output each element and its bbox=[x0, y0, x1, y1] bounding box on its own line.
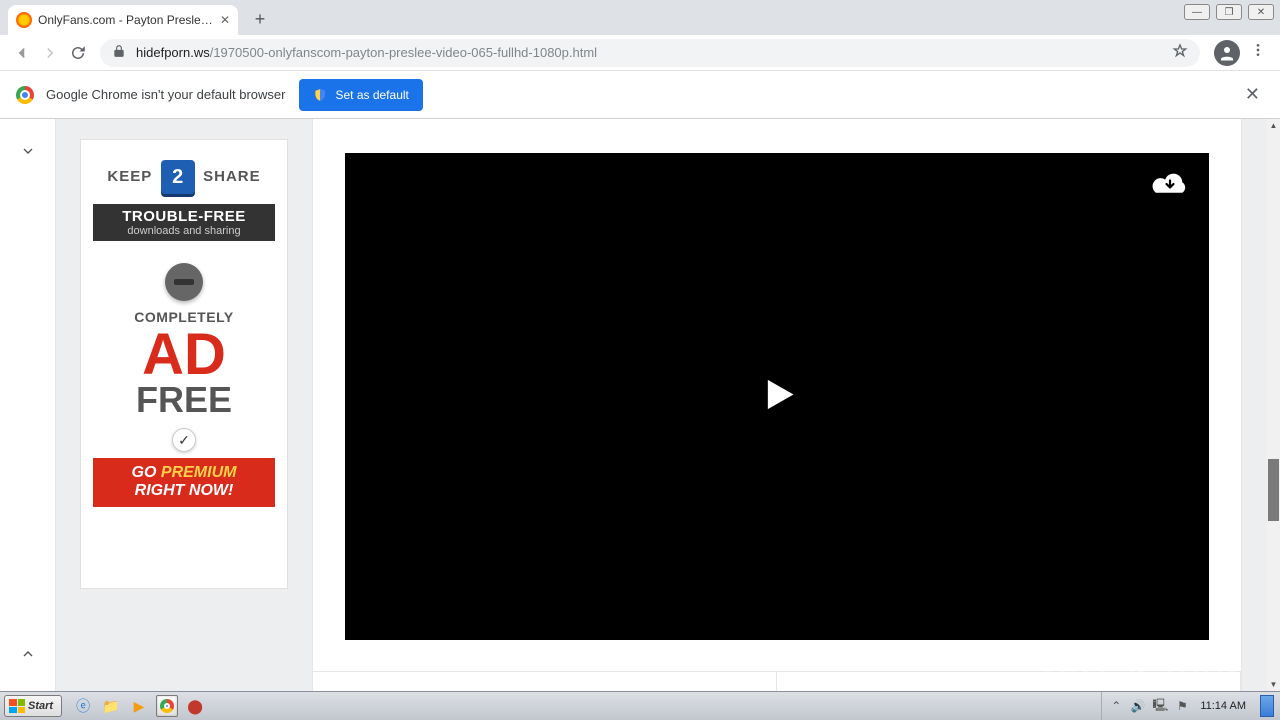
video-player[interactable] bbox=[345, 153, 1209, 640]
default-browser-infobar: Google Chrome isn't your default browser… bbox=[0, 71, 1280, 119]
window-close-button[interactable]: ✕ bbox=[1248, 4, 1274, 20]
keep2share-logo: KEEP 2 SHARE bbox=[93, 160, 275, 194]
show-desktop-button[interactable] bbox=[1260, 695, 1274, 717]
back-button[interactable] bbox=[8, 39, 36, 67]
taskbar-explorer-icon[interactable]: 📁 bbox=[100, 695, 122, 717]
shield-icon bbox=[313, 88, 327, 102]
url-path: /1970500-onlyfanscom-payton-preslee-vide… bbox=[210, 45, 597, 60]
windows-taskbar: Start ⓔ 📁 ▶ ⬤ ⌃ 🔊 🖳 ⚑ 11:14 AM bbox=[0, 691, 1280, 720]
browser-toolbar: hidefporn.ws/1970500-onlyfanscom-payton-… bbox=[0, 35, 1280, 71]
browser-tabstrip: OnlyFans.com - Payton Preslee - Vid ✕ + … bbox=[0, 0, 1280, 35]
scrollbar-thumb[interactable] bbox=[1268, 459, 1279, 521]
taskbar-media-icon[interactable]: ▶ bbox=[128, 695, 150, 717]
url-host: hidefporn.ws bbox=[136, 45, 210, 60]
bookmark-star-icon[interactable] bbox=[1172, 43, 1188, 62]
profile-avatar-icon[interactable] bbox=[1214, 40, 1240, 66]
tray-expand-icon[interactable]: ⌃ bbox=[1108, 698, 1124, 714]
lock-icon bbox=[112, 44, 126, 61]
play-icon[interactable] bbox=[755, 372, 799, 421]
vertical-scrollbar[interactable]: ▲ ▼ bbox=[1267, 119, 1280, 691]
chevron-down-icon[interactable] bbox=[20, 143, 36, 164]
browser-tab[interactable]: OnlyFans.com - Payton Preslee - Vid ✕ bbox=[8, 5, 238, 35]
ad-premium: PREMIUM bbox=[161, 464, 237, 481]
window-controls: — ❐ ✕ bbox=[1184, 4, 1274, 20]
taskbar-chrome-icon[interactable] bbox=[156, 695, 178, 717]
ad-go: GO bbox=[132, 464, 161, 481]
set-default-button[interactable]: Set as default bbox=[299, 79, 422, 111]
ad-share-text: SHARE bbox=[203, 168, 261, 185]
new-tab-button[interactable]: + bbox=[246, 5, 274, 33]
start-label: Start bbox=[28, 700, 53, 712]
main-column bbox=[312, 119, 1242, 691]
content-bottom-strip bbox=[313, 671, 1241, 691]
ad-trouble-bar: TROUBLE-FREE downloads and sharing bbox=[93, 204, 275, 241]
start-button[interactable]: Start bbox=[4, 695, 62, 717]
chevron-up-icon[interactable] bbox=[20, 646, 36, 667]
forward-button[interactable] bbox=[36, 39, 64, 67]
page-content: KEEP 2 SHARE TROUBLE-FREE downloads and … bbox=[0, 119, 1267, 691]
tray-network-icon[interactable]: 🖳 bbox=[1152, 698, 1168, 714]
download-cloud-icon[interactable] bbox=[1149, 169, 1191, 204]
minus-circle-icon bbox=[165, 263, 203, 301]
tray-flag-icon[interactable]: ⚑ bbox=[1174, 698, 1190, 714]
sidebar-ad[interactable]: KEEP 2 SHARE TROUBLE-FREE downloads and … bbox=[80, 139, 288, 589]
windows-flag-icon bbox=[9, 699, 25, 713]
tab-favicon bbox=[16, 12, 32, 28]
infobar-close-icon[interactable]: ✕ bbox=[1241, 80, 1264, 109]
ad-cube-icon: 2 bbox=[161, 160, 195, 194]
taskbar-app-icon[interactable]: ⬤ bbox=[184, 695, 206, 717]
toolbar-right bbox=[1208, 40, 1272, 66]
browser-menu-icon[interactable] bbox=[1250, 42, 1266, 63]
infobar-text: Google Chrome isn't your default browser bbox=[46, 87, 285, 102]
scroll-down-icon[interactable]: ▼ bbox=[1267, 678, 1280, 691]
window-minimize-button[interactable]: — bbox=[1184, 4, 1210, 20]
ad-keep-text: KEEP bbox=[107, 168, 152, 185]
ad-big-text: AD bbox=[93, 327, 275, 382]
set-default-label: Set as default bbox=[335, 88, 408, 102]
scroll-up-icon[interactable]: ▲ bbox=[1267, 119, 1280, 132]
check-circle-icon: ✓ bbox=[172, 428, 196, 452]
tab-close-icon[interactable]: ✕ bbox=[220, 13, 230, 27]
chrome-logo-icon bbox=[16, 86, 34, 104]
ad-free-text: FREE bbox=[93, 382, 275, 418]
taskbar-items: ⓔ 📁 ▶ ⬤ bbox=[72, 695, 206, 717]
taskbar-clock[interactable]: 11:14 AM bbox=[1196, 700, 1250, 712]
taskbar-ie-icon[interactable]: ⓔ bbox=[72, 695, 94, 717]
ad-premium-bar: GO PREMIUM RIGHT NOW! bbox=[93, 458, 275, 507]
ad-now: RIGHT NOW! bbox=[93, 482, 275, 500]
left-rail bbox=[0, 119, 56, 691]
system-tray: ⌃ 🔊 🖳 ⚑ 11:14 AM bbox=[1101, 692, 1280, 720]
reload-button[interactable] bbox=[64, 39, 92, 67]
tab-title: OnlyFans.com - Payton Preslee - Vid bbox=[38, 13, 214, 27]
window-maximize-button[interactable]: ❐ bbox=[1216, 4, 1242, 20]
ad-trouble-big: TROUBLE-FREE bbox=[93, 208, 275, 225]
address-bar[interactable]: hidefporn.ws/1970500-onlyfanscom-payton-… bbox=[100, 39, 1200, 67]
tray-volume-icon[interactable]: 🔊 bbox=[1130, 698, 1146, 714]
ad-trouble-small: downloads and sharing bbox=[93, 225, 275, 237]
